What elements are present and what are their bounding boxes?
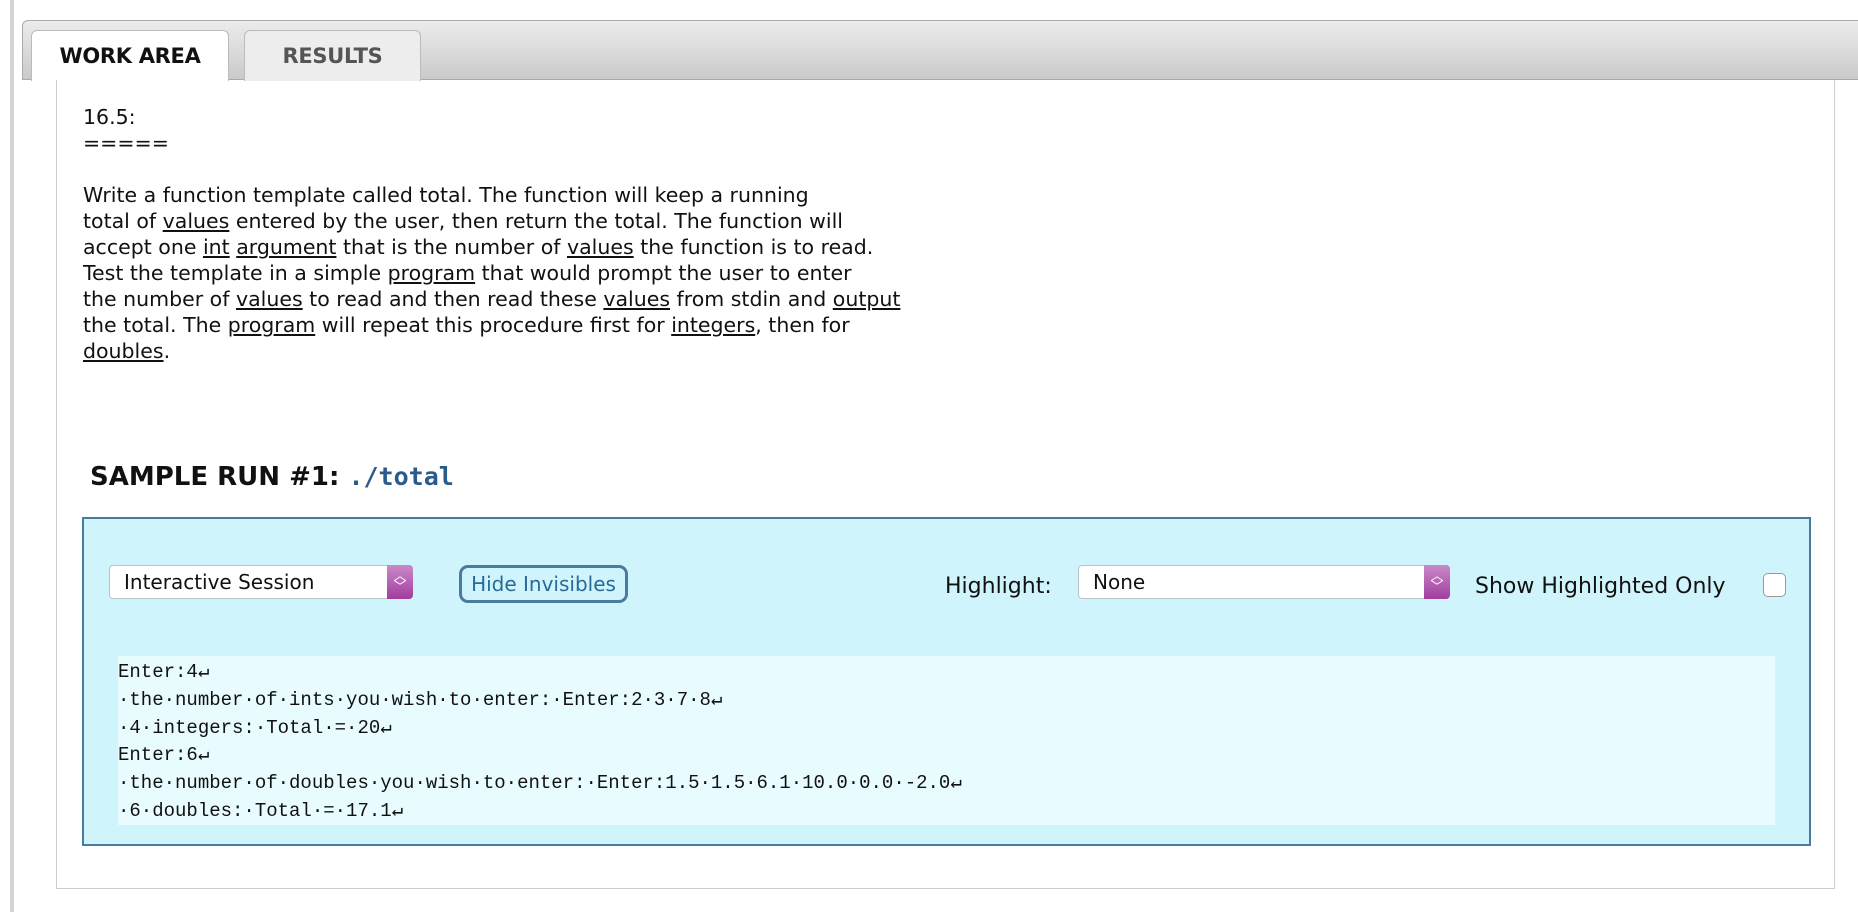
problem-number: 16.5: (83, 105, 136, 129)
glossary-link[interactable]: doubles (83, 339, 164, 363)
problem-text-segment: . (163, 339, 171, 363)
problem-text-segment: total of (83, 209, 163, 233)
left-border (10, 0, 14, 912)
problem-line: Write a function template called total. … (83, 182, 900, 208)
problem-text-segment: Write a function template called total. … (83, 183, 809, 207)
sample-run-heading: SAMPLE RUN #1: ./total (90, 462, 454, 492)
show-highlighted-only-label: Show Highlighted Only (1475, 574, 1726, 599)
tab-results[interactable]: RESULTS (244, 30, 421, 81)
problem-text-segment: the number of (83, 287, 236, 311)
problem-text-segment: accept one (83, 235, 203, 259)
problem-line: the total. The program will repeat this … (83, 312, 900, 338)
problem-underline: ===== (83, 131, 169, 155)
sample-run-title: SAMPLE RUN #1: (90, 462, 349, 492)
highlight-select-value: None (1093, 570, 1146, 594)
problem-statement: 16.5: ===== Write a function template ca… (83, 104, 900, 364)
problem-text-segment: the total. The (83, 313, 228, 337)
glossary-link[interactable]: program (228, 313, 316, 337)
glossary-link[interactable]: values (236, 287, 303, 311)
problem-line: accept one int argument that is the numb… (83, 234, 900, 260)
console-line: ·4·integers:·Total·=·20↵ (118, 716, 392, 739)
problem-text-segment: that is the number of (336, 235, 567, 259)
glossary-link[interactable]: int (203, 235, 230, 259)
problem-text-segment: , then for (755, 313, 850, 337)
problem-text-segment: from stdin and (670, 287, 833, 311)
session-select-value: Interactive Session (124, 570, 315, 594)
glossary-link[interactable]: program (388, 261, 476, 285)
console-line: Enter:4↵ (118, 661, 210, 683)
problem-line: total of values entered by the user, the… (83, 208, 900, 234)
select-arrows-icon: ︿ ﹀ (387, 565, 413, 599)
highlight-label: Highlight: (945, 574, 1052, 599)
problem-text: Write a function template called total. … (83, 182, 900, 364)
sample-run-box: Interactive Session ︿ ﹀ Hide Invisibles H… (82, 517, 1811, 846)
glossary-link[interactable]: output (833, 287, 901, 311)
highlight-select[interactable]: None ︿ ﹀ (1078, 565, 1450, 599)
problem-text-segment: to read and then read these (302, 287, 604, 311)
console-output: Enter:4↵ ·the·number·of·ints·you·wish·to·… (118, 656, 1775, 825)
console-line: ·6·doubles:·Total·=·17.1↵ (118, 799, 404, 822)
sample-run-command: ./total (348, 462, 454, 491)
problem-text-segment: the function is to read. (633, 235, 874, 259)
glossary-link[interactable]: integers (671, 313, 755, 337)
problem-line: Test the template in a simple program th… (83, 260, 900, 286)
problem-text-segment: entered by the user, then return the tot… (229, 209, 843, 233)
problem-line: doubles. (83, 338, 900, 364)
problem-text-segment: Test the template in a simple (83, 261, 388, 285)
console-line: Enter:6↵ (118, 744, 210, 767)
problem-line: the number of values to read and then re… (83, 286, 900, 312)
tab-bar: WORK AREA RESULTS (22, 20, 1858, 81)
session-select[interactable]: Interactive Session ︿ ﹀ (109, 565, 413, 599)
problem-text-segment: will repeat this procedure first for (315, 313, 672, 337)
tab-work-area[interactable]: WORK AREA (31, 30, 229, 81)
select-arrows-icon: ︿ ﹀ (1424, 565, 1450, 599)
problem-text-segment: that would prompt the user to enter (475, 261, 852, 285)
glossary-link[interactable]: values (163, 209, 230, 233)
console-line: ·the·number·of·ints·you·wish·to·enter:·E… (118, 688, 723, 711)
glossary-link[interactable]: values (603, 287, 670, 311)
glossary-link[interactable]: argument (236, 235, 336, 259)
show-highlighted-only-checkbox[interactable] (1763, 573, 1786, 597)
hide-invisibles-button[interactable]: Hide Invisibles (459, 565, 628, 603)
glossary-link[interactable]: values (567, 235, 634, 259)
console-line: ·the·number·of·doubles·you·wish·to·enter… (118, 772, 962, 795)
